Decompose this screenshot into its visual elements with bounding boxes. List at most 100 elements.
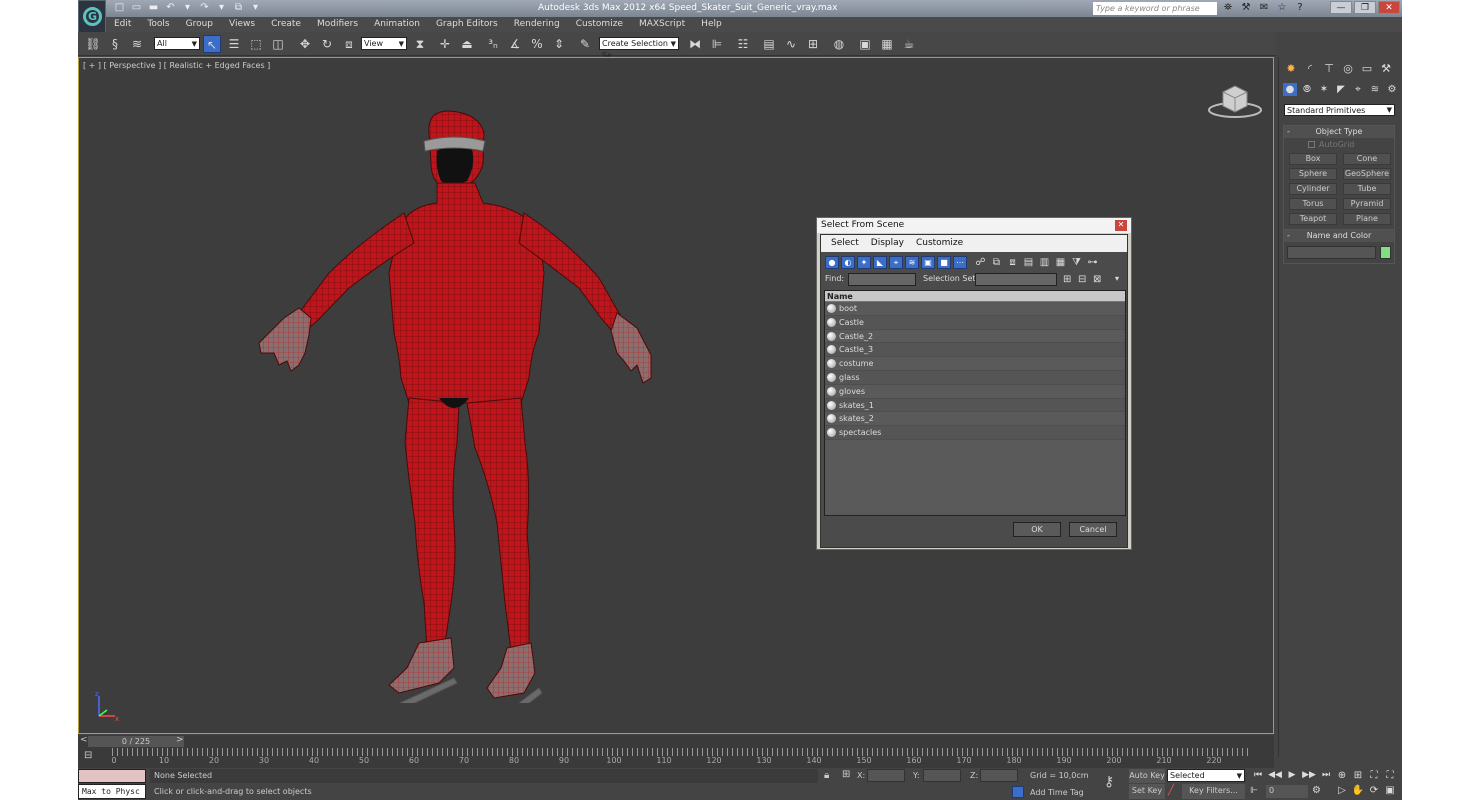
create-tab-icon[interactable]: ✸ [1283,61,1299,76]
menu-modifiers[interactable]: Modifiers [309,17,366,32]
next-frame-icon[interactable]: ▶▶ [1301,769,1317,782]
invert-display-icon[interactable]: ⧈ [1006,256,1019,269]
communication-icon[interactable]: ✉ [1257,1,1271,15]
maxscript-listener-pink[interactable] [78,769,146,783]
spacewarps-icon[interactable]: ≋ [1368,83,1382,96]
display-all-icon[interactable]: ☍ [974,256,987,269]
close-button[interactable]: ✕ [1378,1,1400,14]
maxscript-mini-listener[interactable]: Max to Physc [78,784,146,799]
object-color-swatch[interactable] [1380,246,1391,259]
project-folder-icon[interactable]: ⧉ [231,2,246,14]
cancel-button[interactable]: Cancel [1069,522,1117,537]
select-by-name-icon[interactable]: ☰ [225,35,243,53]
menu-help[interactable]: Help [693,17,730,32]
pan-view-icon[interactable]: ✋ [1350,784,1366,797]
undo-dropdown-icon[interactable]: ▾ [180,2,195,14]
plane-button[interactable]: Plane [1343,213,1391,225]
menu-rendering[interactable]: Rendering [506,17,568,32]
render-production-icon[interactable]: ☕ [900,35,918,53]
menu-group[interactable]: Group [178,17,221,32]
redo-dropdown-icon[interactable]: ▾ [214,2,229,14]
find-input[interactable] [848,273,916,286]
list-item[interactable]: glass [825,370,1125,385]
link-icon[interactable]: ⛓ [84,35,102,53]
list-item[interactable]: skates_2 [825,412,1125,427]
options-chevron-icon[interactable]: ▾ [1115,274,1119,283]
go-to-end-icon[interactable]: ⏭ [1318,769,1334,782]
menu-edit[interactable]: Edit [106,17,139,32]
dialog-menu-display[interactable]: Display [871,235,904,252]
time-tag-icon[interactable] [1012,786,1024,798]
select-scale-icon[interactable]: ⧈ [340,35,358,53]
viewcube-icon[interactable] [1207,80,1263,120]
menu-maxscript[interactable]: MAXScript [631,17,693,32]
display-none-icon[interactable]: ⧉ [990,256,1003,269]
select-object-icon[interactable]: ↖ [203,35,221,53]
add-time-tag-button[interactable]: Add Time Tag [1030,786,1084,800]
menu-views[interactable]: Views [221,17,263,32]
rectangular-selection-icon[interactable]: ⬚ [247,35,265,53]
box-button[interactable]: Box [1289,153,1337,165]
graphite-ribbon-icon[interactable]: ▤ [760,35,778,53]
dialog-title-bar[interactable]: Select From Scene ✕ [817,218,1131,233]
search-input[interactable]: Type a keyword or phrase [1093,2,1217,15]
unlink-icon[interactable]: § [106,35,124,53]
keyboard-shortcut-icon[interactable]: ⏏ [458,35,476,53]
menu-customize[interactable]: Customize [568,17,631,32]
favorites-star-icon[interactable]: ☆ [1275,1,1289,15]
menu-animation[interactable]: Animation [366,17,428,32]
display-lights-icon[interactable]: ✦ [857,256,871,269]
display-geometry-icon[interactable]: ● [825,256,839,269]
cone-button[interactable]: Cone [1343,153,1391,165]
cylinder-button[interactable]: Cylinder [1289,183,1337,195]
track-bar[interactable]: ⊟ 0 10 20 30 40 50 60 70 80 90 100 110 120 130 140 150 1… [78,748,1274,768]
ok-button[interactable]: OK [1013,522,1061,537]
x-coord-field[interactable] [867,769,905,782]
systems-icon[interactable]: ⚙ [1385,83,1399,96]
menu-create[interactable]: Create [263,17,309,32]
select-rotate-icon[interactable]: ↻ [318,35,336,53]
autogrid-checkbox[interactable]: AutoGrid [1284,138,1394,150]
selection-set-dropdown[interactable] [975,273,1057,286]
sphere-button[interactable]: Sphere [1289,168,1337,180]
zoom-extents-icon[interactable]: ⛶ [1366,769,1382,782]
geosphere-button[interactable]: GeoSphere [1343,168,1391,180]
field-of-view-icon[interactable]: ▷ [1334,784,1350,797]
edit-named-selection-icon[interactable]: ✎ [576,35,594,53]
snaps-toggle-icon[interactable]: ³ₙ [484,35,502,53]
display-shapes-icon[interactable]: ◐ [841,256,855,269]
display-groups-icon[interactable]: ▣ [921,256,935,269]
maximize-button[interactable]: ❐ [1354,1,1376,14]
spinner-snap-icon[interactable]: ⇕ [550,35,568,53]
list-item[interactable]: spectacles [825,426,1125,440]
display-xrefs-icon[interactable]: ■ [937,256,951,269]
manipulate-icon[interactable]: ✛ [436,35,454,53]
list-column-name[interactable]: Name [825,291,1125,302]
create-set-icon[interactable]: ⊞ [1063,274,1071,285]
set-key-button[interactable]: Set Key [1129,784,1165,799]
play-icon[interactable]: ▶ [1284,769,1300,782]
curve-editor-icon[interactable]: ∿ [782,35,800,53]
geometry-icon[interactable]: ● [1283,83,1297,96]
open-file-icon[interactable]: ▭ [129,2,144,14]
angle-snap-icon[interactable]: ∡ [506,35,524,53]
selection-filter-dropdown[interactable]: All ▼ [154,37,200,50]
lock-selection-icon[interactable]: 🔒︎ [824,770,829,781]
layer-manager-icon[interactable]: ☷ [734,35,752,53]
time-slider[interactable]: 0 / 225 [88,736,184,747]
list-item[interactable]: Castle [825,315,1125,330]
time-configuration-icon[interactable]: ⚙ [1312,785,1321,796]
list-item[interactable]: Castle_2 [825,330,1125,344]
display-tab-icon[interactable]: ▭ [1359,61,1375,76]
percent-snap-icon[interactable]: % [528,35,546,53]
dialog-menu-select[interactable]: Select [831,235,859,252]
binoculars-icon[interactable]: ⛯ [1221,1,1235,15]
previous-frame-icon[interactable]: ◀◀ [1267,769,1283,782]
new-file-icon[interactable]: □ [112,2,127,14]
mirror-icon[interactable]: ⧓ [686,35,704,53]
list-item[interactable]: boot [825,302,1125,316]
zoom-all-icon[interactable]: ⊞ [1350,769,1366,782]
display-helpers-icon[interactable]: ⌖ [889,256,903,269]
help-icon[interactable]: ? [1293,1,1307,15]
display-spacewarps-icon[interactable]: ≋ [905,256,919,269]
